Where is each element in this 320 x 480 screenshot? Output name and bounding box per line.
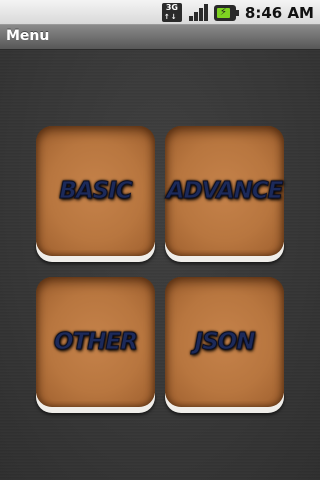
3g-data-icon: 3G ↑↓ — [161, 3, 182, 22]
screen: 3G ↑↓ ⚡ 8:46 AM Menu BASIC ADVANCE OTHER… — [0, 0, 320, 480]
tile-face: JSON — [165, 277, 284, 407]
other-button[interactable]: OTHER — [36, 277, 155, 413]
basic-button-label: BASIC — [59, 178, 133, 205]
battery-charging-icon: ⚡ — [213, 4, 239, 21]
tile-face: ADVANCE — [165, 126, 284, 256]
other-button-label: OTHER — [54, 329, 139, 356]
advance-button[interactable]: ADVANCE — [165, 126, 284, 262]
title-bar: Menu — [0, 25, 320, 50]
status-icons: 3G ↑↓ ⚡ 8:46 AM — [161, 3, 314, 22]
clock-am-pm: AM — [287, 3, 314, 22]
advance-button-label: ADVANCE — [166, 178, 284, 205]
clock-time: 8:46 — [244, 3, 283, 22]
data-arrows-icon: ↑↓ — [163, 13, 178, 21]
signal-icon — [187, 3, 209, 22]
tile-face: BASIC — [36, 126, 155, 256]
json-button[interactable]: JSON — [165, 277, 284, 413]
tile-face: OTHER — [36, 277, 155, 407]
json-button-label: JSON — [194, 329, 256, 356]
clock: 8:46 AM — [245, 4, 314, 22]
basic-button[interactable]: BASIC — [36, 126, 155, 262]
status-bar: 3G ↑↓ ⚡ 8:46 AM — [0, 0, 320, 25]
network-type-label: 3G — [165, 3, 178, 12]
page-title: Menu — [6, 28, 50, 44]
